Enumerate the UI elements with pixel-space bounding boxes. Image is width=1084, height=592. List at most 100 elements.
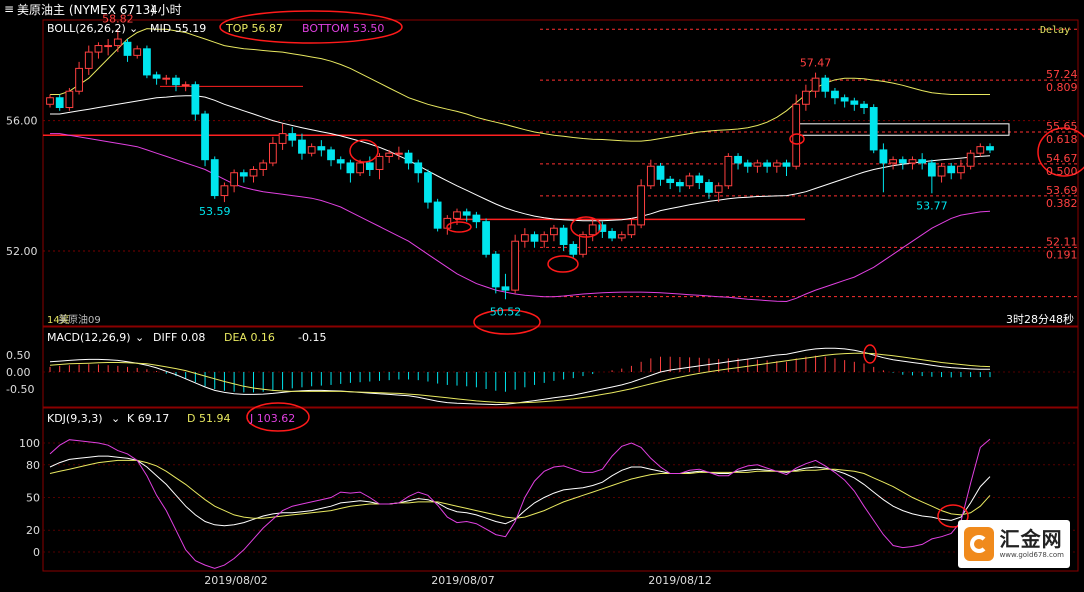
main-panel-frame <box>42 19 1079 327</box>
candle-body <box>278 133 287 144</box>
candle-body <box>346 162 355 174</box>
candle-body <box>123 41 132 56</box>
candle-body <box>530 234 539 242</box>
candle-body <box>821 77 830 92</box>
candle-body <box>414 162 423 174</box>
high-price-label: 57.47 <box>800 57 832 70</box>
kdj-tick-label: 20 <box>26 524 40 537</box>
macd-tick-label: -0.50 <box>6 383 34 396</box>
candle-body <box>201 113 209 161</box>
candle-body <box>714 185 723 193</box>
candle-body <box>753 162 762 167</box>
x-date-label: 2019/08/07 <box>431 574 494 587</box>
contract-label: 美原油09 <box>58 313 101 326</box>
countdown-label: 3时28分48秒 <box>1006 312 1074 326</box>
candle-body <box>472 214 481 223</box>
candle-body <box>763 162 772 167</box>
macd-dea-line <box>49 352 991 404</box>
highlight-box <box>792 123 1010 136</box>
candle-body <box>55 97 64 109</box>
kdj-k-line <box>49 455 991 527</box>
kdj-k-value: K 69.17 <box>127 412 169 425</box>
delay-label: Delay <box>1040 25 1070 36</box>
candle-body <box>540 234 549 242</box>
candle-body <box>307 146 316 154</box>
boll-mid-line <box>50 95 991 222</box>
candle-body <box>801 90 810 105</box>
title-menu-icon[interactable]: ≡ <box>4 2 14 16</box>
candle-body <box>908 159 917 164</box>
y-tick-label: 52.00 <box>6 245 38 258</box>
fib-ratio-label: 0.809 <box>1046 81 1078 94</box>
candle-body <box>336 159 345 164</box>
candle-body <box>152 74 161 79</box>
candle-body <box>172 77 180 86</box>
boll-bottom-line <box>50 133 991 303</box>
candle-body <box>511 240 520 291</box>
candle-body <box>298 139 306 154</box>
kdj-label[interactable]: KDJ(9,3,3) <box>47 412 103 425</box>
low-price-label: 50.52 <box>490 305 522 318</box>
chart-canvas: ≡ 美原油主 (NYMEX 6713) 4小时 Delay BOLL(26,26… <box>4 2 1084 587</box>
touch-point-circle <box>547 255 579 273</box>
boll-bands <box>50 28 991 303</box>
candle-body <box>404 152 413 164</box>
candle-body <box>685 175 694 187</box>
low-price-label: 53.59 <box>199 205 231 218</box>
candle-body <box>889 159 897 164</box>
macd-dropdown-icon[interactable]: ⌄ <box>135 331 144 344</box>
kdj-series <box>43 438 1078 569</box>
fib-price-label: 54.67 <box>1046 152 1078 165</box>
low-price-label: 53.77 <box>916 199 948 212</box>
candle-body <box>249 168 258 177</box>
fib-price-label: 53.69 <box>1046 184 1078 197</box>
candle-body <box>705 182 713 193</box>
candle-body <box>220 185 229 197</box>
candle-body <box>986 146 994 151</box>
candle-body <box>734 155 742 164</box>
candle-body <box>230 172 239 187</box>
candle-body <box>375 155 384 170</box>
candle-body <box>869 107 878 151</box>
candle-body <box>191 84 200 115</box>
candle-body <box>666 178 675 184</box>
brand-logo-icon <box>964 527 994 561</box>
brand-url: www.gold678.com <box>999 551 1064 559</box>
candle-body <box>840 97 849 102</box>
candle-body <box>850 100 859 105</box>
macd-label[interactable]: MACD(12,26,9) <box>47 331 131 344</box>
candle-body <box>860 103 868 109</box>
candle-body <box>482 221 490 255</box>
candle-body <box>918 159 927 164</box>
kdj-j-value: J 103.62 <box>249 412 295 425</box>
candle-body <box>288 133 297 141</box>
candle-body <box>569 243 578 255</box>
boll-mid-value: MID 55.19 <box>150 22 206 35</box>
boll-top-value: TOP 56.87 <box>225 22 283 35</box>
period-label[interactable]: 4小时 <box>150 3 182 17</box>
kdj-dropdown-icon[interactable]: ⌄ <box>111 412 120 425</box>
candle-body <box>559 227 568 245</box>
fib-ratio-label: 0.191 <box>1046 248 1078 261</box>
touch-point-circle <box>349 139 379 163</box>
candle-body <box>113 38 122 47</box>
candle-body <box>94 45 103 53</box>
macd-tick-label: 0.50 <box>6 349 31 362</box>
fib-ratio-label: 0.382 <box>1046 197 1078 210</box>
candle-body <box>162 77 171 80</box>
candle-body <box>356 162 364 174</box>
candle-body <box>627 224 636 236</box>
macd-hist-value: -0.15 <box>298 331 326 344</box>
macd-ticks: 0.50 0.00 -0.50 <box>6 349 34 396</box>
y-tick-label: 56.00 <box>6 115 38 128</box>
candle-body <box>743 162 752 167</box>
brand-name: 汇金网 <box>999 527 1063 551</box>
candle-body <box>453 211 461 219</box>
candle-body <box>772 162 781 167</box>
x-date-label: 2019/08/02 <box>204 574 267 587</box>
candle-body <box>676 182 684 187</box>
kdj-tick-label: 100 <box>19 437 40 450</box>
boll-bottom-value: BOTTOM 53.50 <box>302 22 384 35</box>
candle-body <box>617 234 626 239</box>
candle-body <box>831 90 839 99</box>
